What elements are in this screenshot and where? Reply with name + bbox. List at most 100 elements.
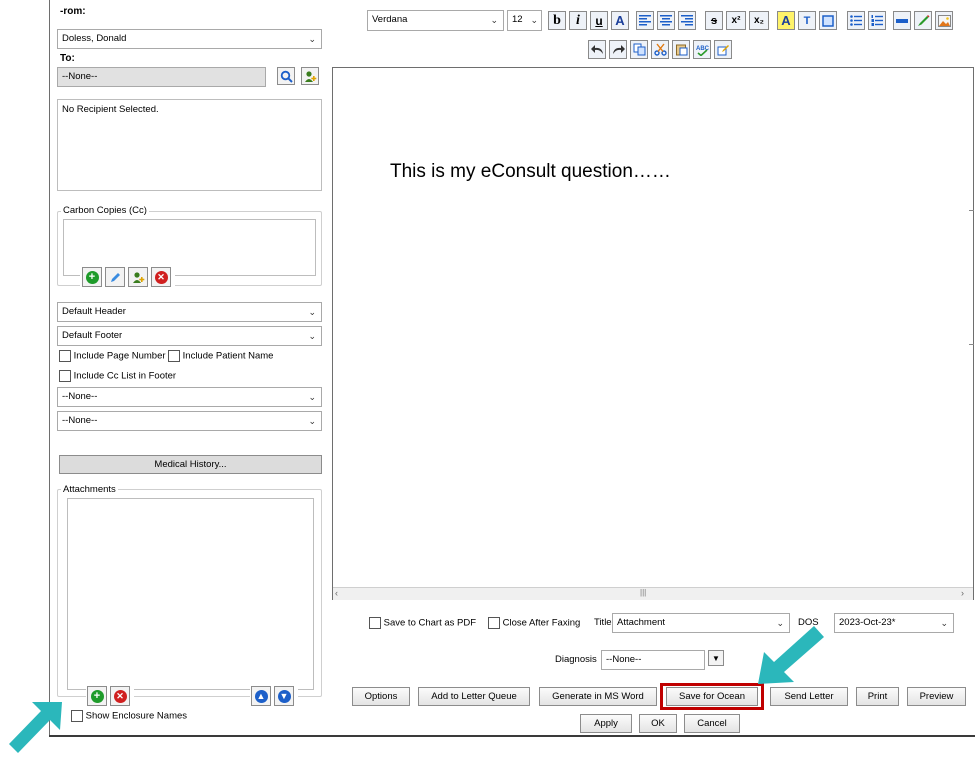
editor-content-text: This is my eConsult question……	[390, 161, 671, 182]
cut-button[interactable]	[651, 40, 669, 59]
save-pdf-label: Save to Chart as PDF	[383, 617, 477, 629]
diagnosis-field[interactable]: --None--	[601, 650, 705, 670]
ok-button[interactable]: OK	[639, 714, 677, 733]
bullet-list-button[interactable]	[847, 11, 865, 30]
paste-icon	[675, 44, 687, 56]
save-for-ocean-button[interactable]: Save for Ocean	[666, 687, 758, 706]
align-right-icon	[681, 15, 693, 26]
move-down-button[interactable]: ▼	[274, 686, 294, 706]
add-to-letter-queue-button[interactable]: Add to Letter Queue	[418, 687, 530, 706]
cc-actions: + ✕	[80, 265, 175, 287]
show-enclosure-names-label: Show Enclosure Names	[85, 710, 188, 722]
bold-button[interactable]: b	[548, 11, 566, 30]
horizontal-rule-button[interactable]	[893, 11, 911, 30]
apply-button[interactable]: Apply	[580, 714, 632, 733]
include-cc-list-checkbox[interactable]	[59, 370, 71, 382]
cc-remove-button[interactable]: ✕	[151, 267, 171, 287]
draw-button[interactable]	[914, 11, 932, 30]
italic-button[interactable]: i	[569, 11, 587, 30]
add-person-icon	[132, 271, 144, 283]
close-after-faxing-checkbox[interactable]	[488, 617, 500, 629]
save-pdf-checkbox[interactable]	[369, 617, 381, 629]
subscript-button[interactable]: x₂	[749, 11, 769, 30]
font-name-select[interactable]: Verdana ⌄	[367, 10, 504, 31]
options-button[interactable]: Options	[352, 687, 410, 706]
include-patient-name-row[interactable]: Include Patient Name	[168, 350, 273, 362]
footer-select-value: Default Footer	[62, 330, 123, 341]
dos-field[interactable]: 2023-Oct-23* ⌄	[834, 613, 954, 633]
highlight-button[interactable]: A	[777, 11, 795, 30]
arrow-up-icon: ▲	[254, 689, 268, 703]
to-value: --None--	[62, 71, 98, 82]
option-select-2[interactable]: --None-- ⌄	[57, 411, 322, 431]
border-button[interactable]	[819, 11, 837, 30]
medical-history-button[interactable]: Medical History...	[59, 455, 322, 474]
numbered-list-button[interactable]	[868, 11, 886, 30]
cc-edit-button[interactable]	[105, 267, 125, 287]
annotation-arrow-icon	[9, 702, 62, 753]
diagnosis-dropdown-button[interactable]: ▼	[708, 650, 724, 666]
generate-ms-word-button[interactable]: Generate in MS Word	[539, 687, 657, 706]
move-up-button[interactable]: ▲	[251, 686, 271, 706]
footer-select[interactable]: Default Footer ⌄	[57, 326, 322, 346]
recipient-list[interactable]: No Recipient Selected.	[57, 99, 322, 191]
title-value: Attachment	[617, 617, 666, 628]
include-cc-list-row[interactable]: Include Cc List in Footer	[59, 370, 176, 382]
redo-button[interactable]	[609, 40, 627, 59]
print-button[interactable]: Print	[856, 687, 899, 706]
font-color-button[interactable]: A	[611, 11, 629, 30]
preview-button[interactable]: Preview	[907, 687, 966, 706]
horizontal-scrollbar[interactable]: ‹ ||| ›	[333, 587, 973, 600]
attachment-actions: + ✕	[86, 685, 134, 706]
cc-add-button[interactable]: +	[82, 267, 102, 287]
undo-button[interactable]	[588, 40, 606, 59]
scroll-thumb-grip[interactable]: |||	[640, 588, 646, 597]
align-center-button[interactable]	[657, 11, 675, 30]
underline-button[interactable]: u	[590, 11, 608, 30]
search-recipient-button[interactable]	[277, 67, 295, 85]
header-select[interactable]: Default Header ⌄	[57, 302, 322, 322]
strikethrough-button[interactable]: s	[705, 11, 723, 30]
textbox-button[interactable]: T	[798, 11, 816, 30]
show-enclosure-names-checkbox[interactable]	[71, 710, 83, 722]
include-patient-name-checkbox[interactable]	[168, 350, 180, 362]
edit-button[interactable]	[714, 40, 732, 59]
copy-button[interactable]	[630, 40, 648, 59]
from-select[interactable]: Doless, Donald ⌄	[57, 29, 322, 49]
horizontal-rule-icon	[896, 18, 908, 23]
plus-icon: +	[85, 270, 99, 284]
superscript-button[interactable]: x²	[726, 11, 746, 30]
paste-button[interactable]	[672, 40, 690, 59]
cc-add-contact-button[interactable]	[128, 267, 148, 287]
attachment-remove-button[interactable]: ✕	[110, 686, 130, 706]
title-label: Title	[594, 617, 612, 628]
option-select-1[interactable]: --None-- ⌄	[57, 387, 322, 407]
scroll-left-icon[interactable]: ‹	[335, 588, 338, 598]
align-left-icon	[639, 15, 651, 26]
letter-editor[interactable]	[332, 67, 974, 600]
scroll-right-icon[interactable]: ›	[961, 588, 964, 598]
plus-icon: +	[90, 689, 104, 703]
dos-value: 2023-Oct-23*	[839, 617, 896, 628]
align-left-button[interactable]	[636, 11, 654, 30]
align-right-button[interactable]	[678, 11, 696, 30]
close-after-faxing-row[interactable]: Close After Faxing	[488, 617, 580, 629]
option-select-2-value: --None--	[62, 415, 98, 426]
save-pdf-row[interactable]: Save to Chart as PDF	[369, 617, 476, 629]
insert-image-button[interactable]	[935, 11, 953, 30]
include-page-number-checkbox[interactable]	[59, 350, 71, 362]
spellcheck-icon: ABC	[696, 46, 709, 56]
add-person-icon	[304, 70, 316, 82]
chevron-down-icon: ⌄	[308, 392, 316, 402]
attachment-add-button[interactable]: +	[87, 686, 107, 706]
add-contact-button[interactable]	[301, 67, 319, 85]
attachments-list[interactable]	[67, 498, 314, 690]
to-field[interactable]: --None--	[57, 67, 266, 87]
header-select-value: Default Header	[62, 306, 126, 317]
include-page-number-row[interactable]: Include Page Number	[59, 350, 166, 362]
annotation-arrow-icon	[758, 626, 824, 684]
show-enclosure-names-row[interactable]: Show Enclosure Names	[71, 710, 187, 722]
spellcheck-button[interactable]: ABC	[693, 40, 711, 59]
cancel-button[interactable]: Cancel	[684, 714, 740, 733]
font-size-select[interactable]: 12 ⌄	[507, 10, 542, 31]
